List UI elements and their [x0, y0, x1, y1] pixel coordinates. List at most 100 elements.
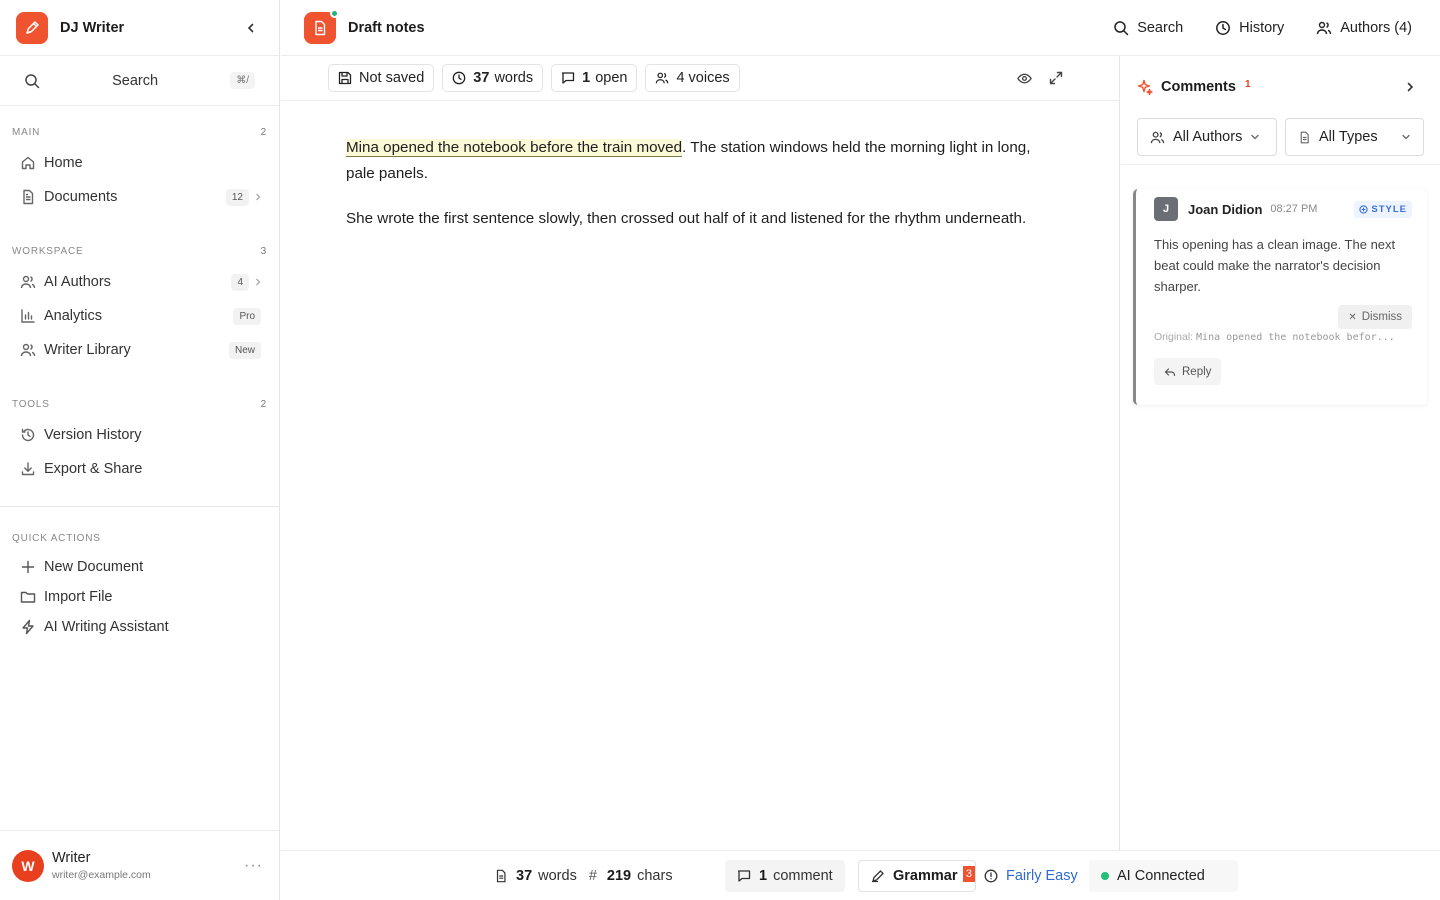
search-icon: [25, 73, 40, 88]
section-main-count: 2: [260, 126, 267, 138]
sidebar-item-home[interactable]: Home: [12, 146, 267, 180]
folder-icon: [20, 589, 36, 605]
sidebar-item-documents[interactable]: Documents 12: [12, 180, 267, 214]
home-icon: [20, 155, 36, 171]
paragraph-1[interactable]: Mina opened the notebook before the trai…: [346, 135, 1054, 187]
comments-panel-header: Comments 1: [1121, 56, 1440, 118]
new-badge: New: [228, 341, 261, 359]
user-profile[interactable]: W Writer writer@example.com ···: [0, 830, 279, 900]
chevron-right-icon: [256, 193, 261, 201]
section-quick-actions: QUICK ACTIONS New Document Import File A…: [0, 528, 279, 642]
sidebar-item-analytics[interactable]: Analytics Pro: [12, 299, 267, 333]
status-comment-label: comment: [773, 868, 833, 884]
comment-author-name: Joan Didion: [1188, 201, 1263, 217]
document-icon: [1300, 131, 1309, 143]
status-comment-button[interactable]: 1 comment: [725, 860, 845, 892]
save-status-chip[interactable]: Not saved: [328, 64, 435, 92]
sidebar-item-writer-library[interactable]: Writer Library New: [12, 333, 267, 367]
header-search-button[interactable]: Search: [1113, 20, 1183, 36]
section-tools-title: TOOLS: [12, 398, 50, 410]
types-filter-select[interactable]: All Types: [1285, 118, 1424, 156]
sparkle-icon: [1137, 79, 1153, 95]
word-char-count: 37 words # 219 chars: [494, 851, 673, 900]
sidebar-item-ai-authors[interactable]: AI Authors 4: [12, 265, 267, 299]
close-panel-button[interactable]: [1404, 81, 1416, 93]
user-email: writer@example.com: [52, 869, 151, 881]
sidebar-item-version-history[interactable]: Version History: [12, 418, 267, 452]
document-content[interactable]: Mina opened the notebook before the trai…: [281, 101, 1119, 232]
close-icon: ✕: [1348, 311, 1357, 323]
comment-card[interactable]: J Joan Didion 08:27 PM STYLE This openin…: [1133, 189, 1427, 405]
sidebar-item-export-share[interactable]: Export & Share: [12, 452, 267, 486]
quick-action-label: Import File: [44, 589, 113, 605]
reply-button[interactable]: Reply: [1154, 358, 1222, 385]
hash-icon: #: [588, 868, 597, 884]
grammar-issue-badge: 3: [962, 866, 975, 882]
save-icon: [338, 71, 352, 85]
open-count-label: open: [595, 70, 628, 86]
documents-count-badge: 12: [225, 188, 249, 206]
quick-action-ai-writing-assistant[interactable]: AI Writing Assistant: [12, 612, 267, 642]
eye-icon: [1016, 73, 1032, 83]
document-icon: [20, 189, 36, 205]
preview-button[interactable]: [1015, 69, 1033, 87]
users-icon: [656, 72, 669, 84]
app-title: DJ Writer: [60, 19, 125, 36]
ai-connection-status[interactable]: AI Connected: [1089, 860, 1238, 892]
status-chars-value: 219: [606, 868, 632, 884]
info-icon: [984, 869, 998, 883]
sidebar: DJ Writer Search ⌘/ MAIN 2 Home Documents…: [0, 0, 280, 900]
paragraph-2[interactable]: She wrote the first sentence slowly, the…: [346, 206, 1054, 232]
grammar-button[interactable]: Grammar 3: [858, 860, 976, 892]
quick-action-import-file[interactable]: Import File: [12, 582, 267, 612]
voices-chip[interactable]: 4 voices: [645, 64, 740, 92]
toolbar-right: [1001, 69, 1065, 87]
style-tag-icon: [1359, 204, 1369, 214]
search-icon: [1114, 20, 1129, 35]
quick-action-label: New Document: [44, 559, 144, 575]
header-history-label: History: [1239, 19, 1285, 36]
comment-icon: [561, 72, 575, 84]
word-count-chip[interactable]: 37 words: [442, 64, 544, 92]
editor-toolbar: Not saved 37 words 1 open 4 voices: [281, 56, 1119, 101]
app-logo-icon[interactable]: [16, 11, 48, 44]
header-actions: Search History Authors (4): [1081, 20, 1412, 36]
open-count-value: 1: [582, 70, 591, 86]
section-tools: TOOLS 2 Version History Export & Share: [0, 394, 279, 486]
open-comments-chip[interactable]: 1 open: [551, 64, 638, 92]
bar-chart-icon: [20, 308, 36, 324]
fullscreen-button[interactable]: [1047, 69, 1065, 87]
chevron-left-icon: [247, 23, 254, 32]
header-search-label: Search: [1137, 19, 1184, 36]
clock-icon: [452, 71, 466, 85]
authors-filter-select[interactable]: All Authors: [1137, 118, 1277, 156]
header-authors-button[interactable]: Authors (4): [1316, 20, 1412, 36]
types-filter-value: All Types: [1319, 129, 1378, 145]
readability-indicator[interactable]: Fairly Easy: [984, 851, 1078, 900]
header-history-button[interactable]: History: [1215, 20, 1284, 36]
document-title[interactable]: Draft notes: [348, 20, 425, 36]
users-icon: [1317, 21, 1332, 34]
sidebar-item-label: Writer Library: [44, 342, 131, 358]
sidebar-search[interactable]: Search ⌘/: [0, 56, 279, 106]
avatar: W: [12, 849, 44, 882]
dismiss-comment-button[interactable]: ✕ Dismiss: [1338, 305, 1412, 329]
comment-type-badge: STYLE: [1354, 200, 1412, 218]
section-workspace: WORKSPACE 3 AI Authors 4 Analytics Pro Wr…: [0, 241, 279, 367]
chevron-down-icon: [1251, 134, 1259, 140]
grammar-label: Grammar: [893, 868, 958, 884]
comments-panel-title: Comments: [1161, 79, 1236, 95]
lightning-icon: [20, 619, 36, 635]
sidebar-item-label: Export & Share: [44, 461, 143, 477]
status-words-value: 37: [516, 868, 533, 884]
quick-action-new-document[interactable]: New Document: [12, 552, 267, 582]
expand-icon: [1049, 71, 1063, 85]
sidebar-divider: [0, 506, 279, 507]
collapse-sidebar-button[interactable]: [239, 16, 263, 40]
chevron-down-icon: [1402, 134, 1410, 140]
header-authors-label: Authors (4): [1340, 19, 1412, 36]
more-options-icon[interactable]: ···: [244, 857, 263, 875]
commented-text-highlight[interactable]: Mina opened the notebook before the trai…: [346, 139, 683, 157]
comments-panel-count: 1: [1244, 78, 1251, 90]
sidebar-item-label: Version History: [44, 427, 142, 443]
